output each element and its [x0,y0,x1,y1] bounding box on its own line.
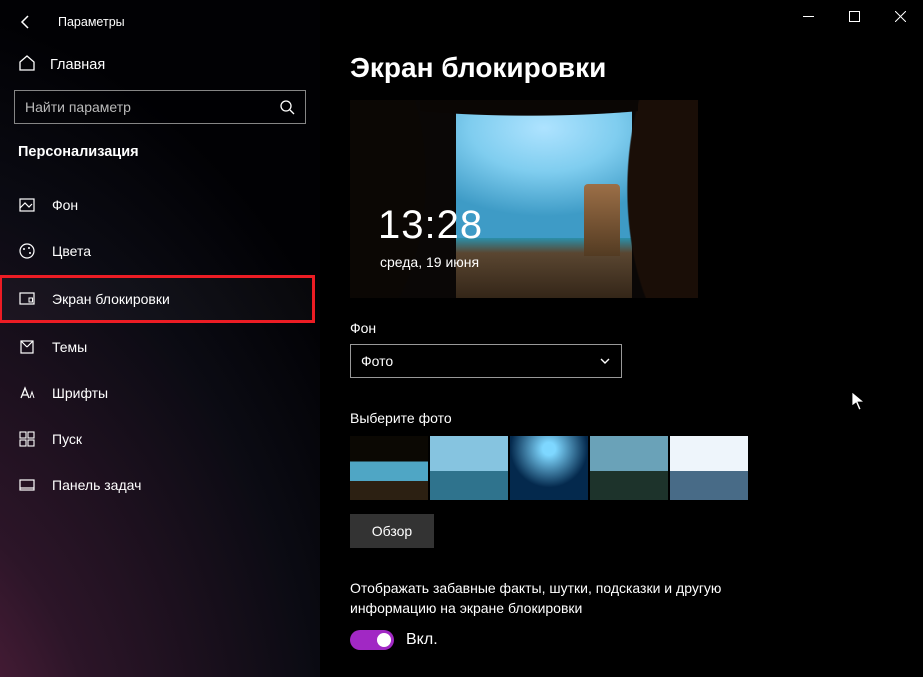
sidebar-item-colors[interactable]: Цвета [0,228,320,274]
sidebar-item-lockscreen[interactable]: Экран блокировки [0,276,314,322]
sidebar-item-label: Пуск [52,431,82,447]
sidebar-item-label: Экран блокировки [52,291,170,307]
lockscreen-preview: 13:28 среда, 19 июня [350,100,698,298]
sidebar-item-taskbar[interactable]: Панель задач [0,462,320,508]
sidebar-item-background[interactable]: Фон [0,182,320,228]
minimize-button[interactable] [785,0,831,32]
fun-facts-toggle-row: Вкл. [350,630,923,650]
home-icon [18,54,36,76]
taskbar-icon [18,476,36,494]
window-title: Параметры [58,15,125,29]
browse-button[interactable]: Обзор [350,514,434,548]
sidebar: Параметры Главная Персонализация Фон [0,0,320,677]
lockscreen-icon [18,290,36,308]
search-icon [279,99,295,115]
fonts-icon [18,384,36,402]
background-label: Фон [350,320,923,336]
sidebar-item-label: Шрифты [52,385,108,401]
home-label: Главная [50,57,105,73]
sidebar-item-start[interactable]: Пуск [0,416,320,462]
thumbnail-1[interactable] [350,436,428,500]
thumbnail-3[interactable] [510,436,588,500]
maximize-icon [849,11,860,22]
photo-thumbnails [350,436,923,500]
window-controls [785,0,923,32]
preview-date: среда, 19 июня [380,254,479,270]
sidebar-item-label: Фон [52,197,78,213]
thumbnail-2[interactable] [430,436,508,500]
start-icon [18,430,36,448]
back-button[interactable] [12,8,40,36]
search-box[interactable] [14,90,306,124]
sidebar-item-fonts[interactable]: Шрифты [0,370,320,416]
fun-facts-text: Отображать забавные факты, шутки, подска… [350,578,810,618]
section-title: Персонализация [0,124,320,182]
chevron-down-icon [599,355,611,367]
dropdown-value: Фото [361,353,393,369]
maximize-button[interactable] [831,0,877,32]
thumbnail-4[interactable] [590,436,668,500]
picture-icon [18,196,36,214]
choose-photo-label: Выберите фото [350,410,923,426]
palette-icon [18,242,36,260]
titlebar: Параметры [0,0,320,44]
thumbnail-5[interactable] [670,436,748,500]
close-button[interactable] [877,0,923,32]
sidebar-nav: Фон Цвета Экран блокировки Темы [0,182,320,508]
arrow-left-icon [18,14,34,30]
preview-time: 13:28 [378,203,483,248]
sidebar-item-label: Цвета [52,243,91,259]
sidebar-item-themes[interactable]: Темы [0,324,320,370]
close-icon [895,11,906,22]
sidebar-item-label: Панель задач [52,477,141,493]
sidebar-item-label: Темы [52,339,87,355]
toggle-state: Вкл. [406,631,438,649]
background-dropdown[interactable]: Фото [350,344,622,378]
main-content: Экран блокировки 13:28 среда, 19 июня Фо… [320,0,923,677]
themes-icon [18,338,36,356]
minimize-icon [803,11,814,22]
home-nav[interactable]: Главная [0,44,320,90]
search-input[interactable] [25,99,271,115]
fun-facts-toggle[interactable] [350,630,394,650]
